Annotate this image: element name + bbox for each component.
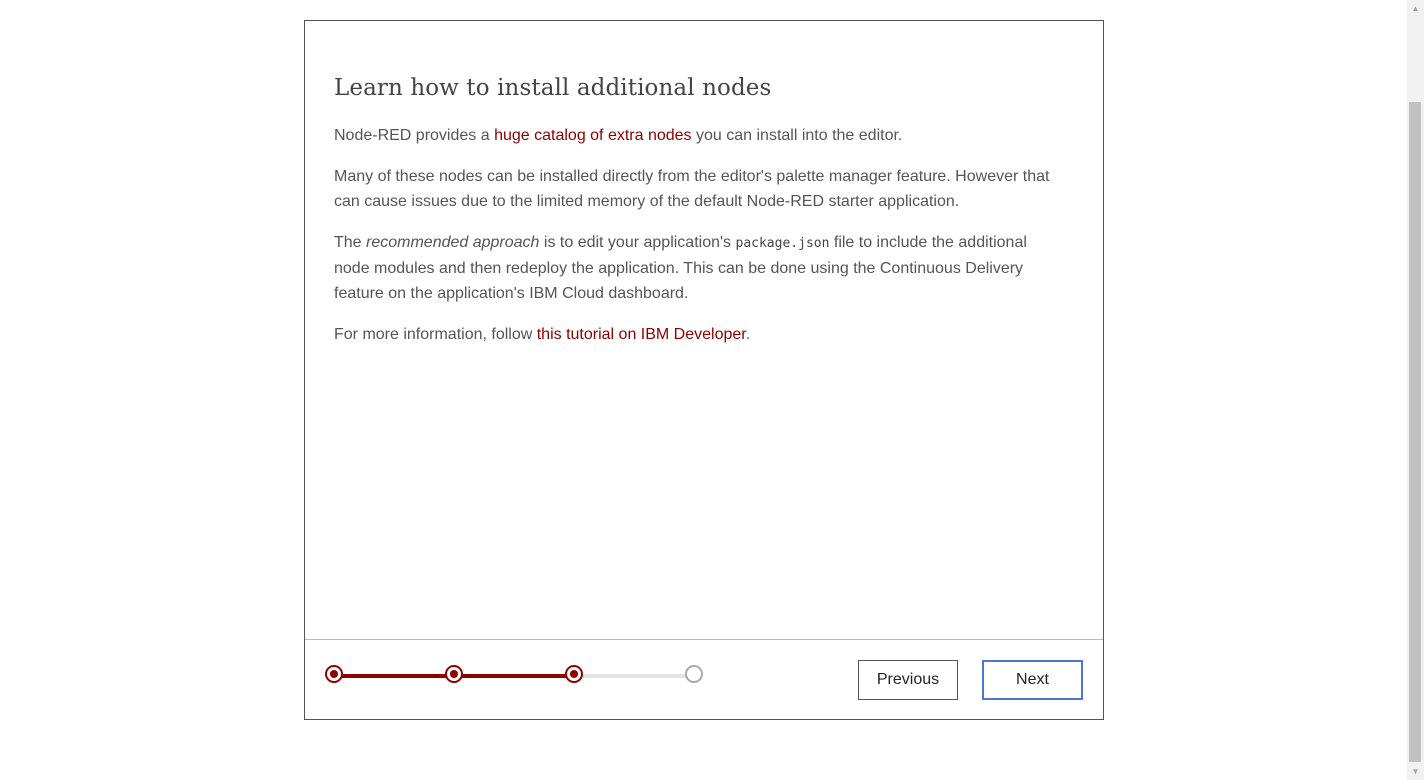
scroll-down-icon[interactable]: ▼ xyxy=(1407,763,1424,780)
emphasis-text: recommended approach xyxy=(366,234,540,251)
paragraph-text: The xyxy=(334,234,367,251)
dialog-content: Learn how to install additional nodes No… xyxy=(334,73,1064,363)
step-indicator-3 xyxy=(565,665,583,683)
step-indicator-1 xyxy=(325,665,343,683)
paragraph-palette-manager: Many of these nodes can be installed dir… xyxy=(334,168,1050,210)
step-indicator-2 xyxy=(445,665,463,683)
dialog-title: Learn how to install additional nodes xyxy=(334,75,772,101)
page: Learn how to install additional nodes No… xyxy=(0,0,1424,780)
paragraph-text: is to edit your application's xyxy=(539,234,736,251)
paragraph-text: . xyxy=(745,326,751,343)
previous-button[interactable]: Previous xyxy=(858,660,958,700)
dialog-footer: Previous Next xyxy=(305,639,1103,720)
scroll-up-icon[interactable]: ▲ xyxy=(1407,0,1424,17)
scrollbar-thumb[interactable] xyxy=(1409,102,1421,762)
step-connector xyxy=(574,674,694,678)
paragraph-text: you can install into the editor. xyxy=(691,127,903,144)
step-progress xyxy=(325,664,707,688)
tour-dialog: Learn how to install additional nodes No… xyxy=(304,20,1104,720)
tutorial-link[interactable]: this tutorial on IBM Developer xyxy=(537,326,746,343)
step-connector xyxy=(454,674,574,678)
catalog-link[interactable]: huge catalog of extra nodes xyxy=(494,127,691,144)
code-text: package.json xyxy=(735,236,830,251)
paragraph-text: For more information, follow xyxy=(334,326,537,343)
vertical-scrollbar[interactable]: ▲ ▼ xyxy=(1407,0,1424,780)
paragraph-text: Node-RED provides a xyxy=(334,127,495,144)
next-button[interactable]: Next xyxy=(982,660,1083,700)
step-indicator-4 xyxy=(685,665,703,683)
step-connector xyxy=(334,674,454,678)
paragraph-catalog: Node-RED provides a huge catalog of extr… xyxy=(334,123,1064,148)
paragraph-more-info: For more information, follow this tutori… xyxy=(334,322,1064,347)
paragraph-recommended-approach: The recommended approach is to edit your… xyxy=(334,230,1064,306)
